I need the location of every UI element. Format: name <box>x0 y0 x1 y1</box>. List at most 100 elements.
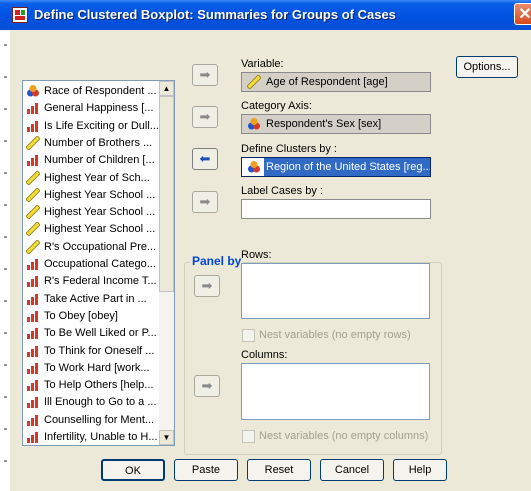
rows-label: Rows: <box>241 249 272 261</box>
ordinal-icon <box>26 395 40 409</box>
define-clusters-field[interactable]: Region of the United States [reg... <box>241 157 431 177</box>
variable-list[interactable]: ▲ ▼ Race of Respondent ... General Happin… <box>22 80 175 446</box>
help-button[interactable]: Help <box>393 459 447 481</box>
variable-value: Age of Respondent [age] <box>266 76 388 88</box>
scroll-thumb[interactable] <box>159 96 174 292</box>
ordinal-icon <box>26 361 40 375</box>
list-item[interactable]: R's Federal Income T... <box>24 272 158 290</box>
list-item[interactable]: Highest Year School ... <box>24 203 158 221</box>
ordinal-icon <box>26 309 40 323</box>
reset-button[interactable]: Reset <box>247 459 311 481</box>
list-item-label: To Think for Oneself ... <box>44 344 155 357</box>
list-item-label: Highest Year School ... <box>44 206 156 219</box>
ordinal-icon <box>26 326 40 340</box>
paste-button[interactable]: Paste <box>174 459 238 481</box>
list-item[interactable]: Counselling for Ment... <box>24 411 158 429</box>
ordinal-icon <box>26 292 40 306</box>
ordinal-icon <box>26 257 40 271</box>
category-axis-field[interactable]: Respondent's Sex [sex] <box>241 114 431 134</box>
list-item[interactable]: Occupational Catego... <box>24 255 158 273</box>
rows-nest-label: Nest variables (no empty rows) <box>259 329 411 341</box>
ordinal-icon <box>26 101 40 115</box>
list-item-label: Number of Children [... <box>44 154 155 167</box>
list-item-label: General Happiness [... <box>44 102 154 115</box>
list-item-label: To Work Hard [work... <box>44 361 150 374</box>
list-item[interactable]: To Be Well Liked or P... <box>24 324 158 342</box>
list-item[interactable]: To Obey [obey] <box>24 307 158 325</box>
variable-label: Variable: <box>241 58 284 70</box>
list-item-label: Number of Brothers ... <box>44 136 153 149</box>
list-item[interactable]: General Happiness [... <box>24 99 158 117</box>
list-item[interactable]: Number of Children [... <box>24 151 158 169</box>
ordinal-icon <box>26 153 40 167</box>
panel-by-title: Panel by <box>190 254 244 268</box>
list-item-label: Race of Respondent ... <box>44 85 157 97</box>
columns-box[interactable] <box>241 363 430 420</box>
list-item[interactable]: Highest Year School ... <box>24 186 158 204</box>
list-item[interactable]: Race of Respondent ... <box>24 82 158 100</box>
ordinal-icon <box>26 344 40 358</box>
list-item[interactable]: Is Life Exciting or Dull... <box>24 117 158 135</box>
category-axis-label: Category Axis: <box>241 100 312 112</box>
scale-icon <box>25 187 41 203</box>
scale-icon <box>25 221 41 238</box>
nominal-icon <box>247 160 261 174</box>
list-item-label: R's Occupational Pre... <box>44 240 157 253</box>
label-cases-label: Label Cases by : <box>241 185 323 197</box>
move-to-category-axis-button[interactable]: ➡ <box>192 106 218 128</box>
list-item[interactable]: To Help Others [help... <box>24 376 158 394</box>
ordinal-icon <box>26 274 40 288</box>
close-button[interactable]: ✕ <box>514 3 531 25</box>
list-item[interactable]: Ill Enough to Go to a ... <box>24 393 158 411</box>
scroll-up-button[interactable]: ▲ <box>159 81 174 96</box>
list-item[interactable]: Infertility, Unable to H... <box>24 428 158 445</box>
define-clusters-label: Define Clusters by : <box>241 143 337 155</box>
label-cases-field[interactable] <box>241 199 431 219</box>
list-item-label: Occupational Catego... <box>44 258 156 270</box>
list-item-label: Infertility, Unable to H... <box>44 431 158 443</box>
ok-button[interactable]: OK <box>101 459 165 481</box>
list-item-label: To Obey [obey] <box>44 309 118 322</box>
list-item[interactable]: Take Active Part in ... <box>24 290 158 308</box>
move-to-columns-button[interactable]: ➡ <box>194 375 220 397</box>
list-item[interactable]: R's Occupational Pre... <box>24 238 158 256</box>
title-bar[interactable]: Define Clustered Boxplot: Summaries for … <box>0 0 531 30</box>
nominal-icon <box>26 84 40 98</box>
variable-field[interactable]: Age of Respondent [age] <box>241 72 431 92</box>
columns-nest-checkbox[interactable] <box>242 430 255 443</box>
scroll-down-button[interactable]: ▼ <box>159 430 174 445</box>
list-item-label: Highest Year School ... <box>44 188 156 201</box>
scale-icon <box>25 204 41 220</box>
nominal-icon <box>247 117 261 131</box>
list-item[interactable]: To Think for Oneself ... <box>24 342 158 360</box>
move-from-clusters-button[interactable]: ⬅ <box>192 148 218 170</box>
list-item[interactable]: Highest Year of Sch... <box>24 169 158 187</box>
list-item[interactable]: Number of Brothers ... <box>24 134 158 152</box>
options-button[interactable]: Options... <box>456 56 518 78</box>
list-item-label: To Help Others [help... <box>44 379 154 392</box>
window-title: Define Clustered Boxplot: Summaries for … <box>34 7 396 22</box>
list-item-label: Counselling for Ment... <box>44 413 155 426</box>
move-to-variable-button[interactable]: ➡ <box>192 64 218 86</box>
define-clusters-value: Region of the United States [reg... <box>264 158 430 176</box>
list-item-label: To Be Well Liked or P... <box>44 327 157 340</box>
category-axis-value: Respondent's Sex [sex] <box>266 118 382 130</box>
ordinal-icon <box>26 119 40 133</box>
dialog-window: Define Clustered Boxplot: Summaries for … <box>0 0 531 491</box>
scale-icon <box>25 169 41 186</box>
list-item[interactable]: To Work Hard [work... <box>24 359 158 377</box>
columns-label: Columns: <box>241 349 288 361</box>
cancel-button[interactable]: Cancel <box>320 459 384 481</box>
list-scrollbar[interactable]: ▲ ▼ <box>159 81 174 445</box>
columns-nest-label: Nest variables (no empty columns) <box>259 430 429 442</box>
move-to-label-cases-button[interactable]: ➡ <box>192 191 218 213</box>
rows-nest-checkbox[interactable] <box>242 329 255 342</box>
rows-box[interactable] <box>241 263 430 319</box>
list-item[interactable]: Highest Year School ... <box>24 220 158 238</box>
app-icon <box>12 7 28 23</box>
ordinal-icon <box>26 430 40 444</box>
list-item-label: Highest Year of Sch... <box>44 171 150 184</box>
move-to-rows-button[interactable]: ➡ <box>194 275 220 297</box>
list-item-label: Is Life Exciting or Dull... <box>44 119 158 132</box>
left-strip <box>0 30 10 491</box>
